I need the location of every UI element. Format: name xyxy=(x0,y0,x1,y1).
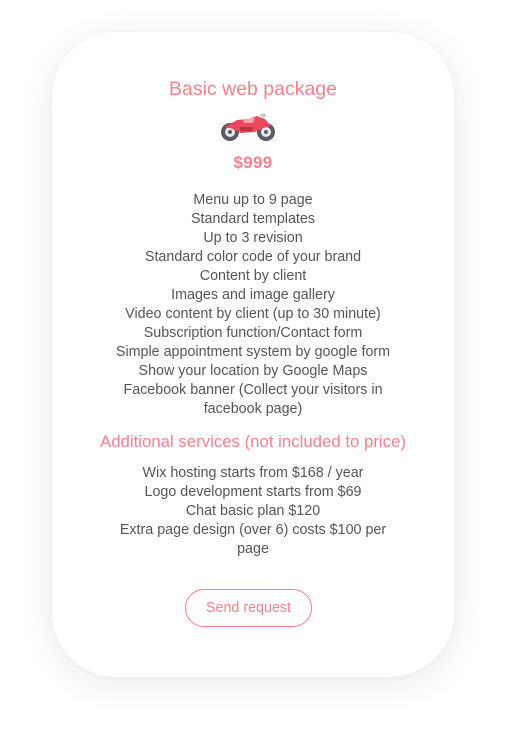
feature-item: Menu up to 9 page xyxy=(193,192,313,208)
additional-service-item: Logo development starts from $69 xyxy=(144,484,362,500)
feature-item: Content by client xyxy=(199,268,307,284)
send-request-button[interactable]: Send request xyxy=(185,589,312,627)
package-title: Basic web package xyxy=(168,78,338,100)
feature-item: Standard templates xyxy=(191,211,315,227)
feature-list: Menu up to 9 page Standard templates Up … xyxy=(100,191,406,419)
additional-services-list: Wix hosting starts from $168 / year Logo… xyxy=(106,464,400,559)
additional-service-item: Extra page design (over 6) costs $100 pe… xyxy=(119,522,387,557)
feature-item: Video content by client (up to 30 minute… xyxy=(125,306,381,322)
additional-service-item: Chat basic plan $120 xyxy=(185,503,321,519)
additional-service-item: Wix hosting starts from $168 / year xyxy=(142,465,364,481)
feature-item: Standard color code of your brand xyxy=(144,249,362,265)
pricing-card: Basic web package $999 Menu up to 9 page… xyxy=(52,32,454,677)
additional-services-title: Additional services (not included to pri… xyxy=(100,432,406,451)
feature-item: Up to 3 revision xyxy=(203,230,303,246)
feature-item: Show your location by Google Maps xyxy=(138,363,368,379)
feature-item: Simple appointment system by google form xyxy=(115,344,391,360)
motorcycle-icon xyxy=(221,113,275,141)
feature-item: Facebook banner (Collect your visitors i… xyxy=(123,382,383,417)
feature-item: Subscription function/Contact form xyxy=(143,325,363,341)
feature-item: Images and image gallery xyxy=(171,287,335,303)
package-price: $999 xyxy=(233,153,273,172)
